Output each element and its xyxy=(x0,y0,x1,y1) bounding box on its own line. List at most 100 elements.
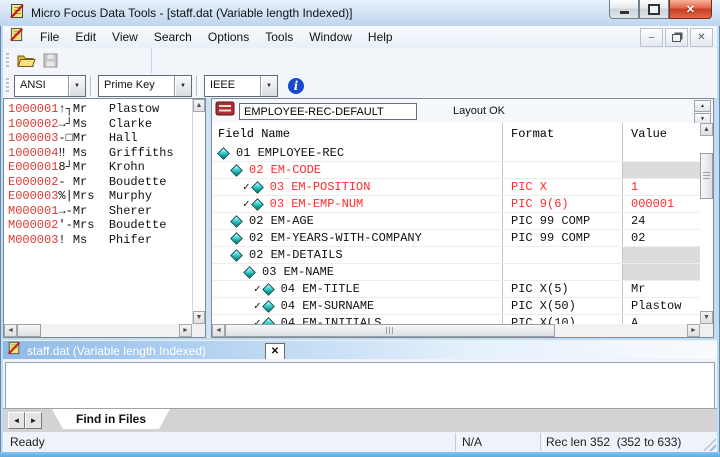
menu-options[interactable]: Options xyxy=(200,28,257,46)
record-row[interactable]: 1000004‼ MsGriffiths xyxy=(8,146,192,161)
record-row[interactable]: M000001→-MrSherer xyxy=(8,204,192,219)
record-layout-icon xyxy=(215,101,235,121)
scroll-down-icon[interactable]: ▼ xyxy=(193,311,205,324)
scroll-up-icon[interactable]: ▲ xyxy=(700,123,713,136)
field-diamond-icon xyxy=(251,198,264,211)
tab-scroll-right-button[interactable]: ► xyxy=(25,412,42,429)
chevron-down-icon[interactable]: ▼ xyxy=(68,76,85,96)
check-icon: ✓ xyxy=(243,197,250,211)
scroll-right-icon[interactable]: ► xyxy=(687,324,700,337)
scroll-left-icon[interactable]: ◄ xyxy=(212,324,225,337)
minimize-button[interactable] xyxy=(609,0,639,19)
record-name-input[interactable]: EMPLOYEE-REC-DEFAULT xyxy=(239,103,417,120)
chevron-down-icon[interactable]: ▼ xyxy=(174,76,191,96)
document-tab-icon xyxy=(7,341,21,360)
tab-find-in-files[interactable]: Find in Files xyxy=(52,409,170,429)
records-vertical-scrollbar[interactable]: ▲ ▼ xyxy=(192,99,205,324)
record-row[interactable]: 1000001↑┐MrPlastow xyxy=(8,102,192,117)
record-row[interactable]: M000002'-MrsBoudette xyxy=(8,218,192,233)
scrollbar-corner xyxy=(700,324,713,337)
scrollbar-thumb[interactable] xyxy=(225,324,555,337)
field-diamond-icon xyxy=(230,215,243,228)
layout-horizontal-scrollbar[interactable]: ◄ ► xyxy=(212,324,700,337)
record-row[interactable]: E000002- MrBoudette xyxy=(8,175,192,190)
resize-grip[interactable] xyxy=(703,438,716,451)
status-message: Ready xyxy=(10,435,45,449)
field-diamond-icon xyxy=(262,300,275,313)
table-header: Field Name Format Value xyxy=(212,123,700,146)
key-combo[interactable]: Prime Key ▼ xyxy=(98,75,192,97)
menu-help[interactable]: Help xyxy=(360,28,401,46)
records-horizontal-scrollbar[interactable]: ◄ ► xyxy=(4,324,192,337)
field-row[interactable]: 02 EM-YEARS-WITH-COMPANY PIC 99 COMP02 xyxy=(212,230,700,247)
record-row[interactable]: M000003! MsPhifer xyxy=(8,233,192,248)
scrollbar-corner xyxy=(192,324,205,337)
field-row[interactable]: ✓04 EM-INITIALS PIC X(10)A xyxy=(212,315,700,324)
title-bar[interactable]: Micro Focus Data Tools - [staff.dat (Var… xyxy=(0,0,720,26)
close-button[interactable]: ✕ xyxy=(669,0,712,19)
record-row[interactable]: E0000018┘MrKrohn xyxy=(8,160,192,175)
menu-file[interactable]: File xyxy=(32,28,67,46)
toolbar-grip[interactable] xyxy=(6,78,9,94)
column-format[interactable]: Format xyxy=(502,123,622,145)
field-row[interactable]: 03 EM-NAME xyxy=(212,264,700,281)
save-file-button[interactable] xyxy=(38,50,62,71)
document-tab-label[interactable]: staff.dat (Variable length Indexed) xyxy=(27,344,206,358)
layout-status-label: Layout OK xyxy=(453,105,505,117)
field-row[interactable]: 02 EM-AGE PIC 99 COMP24 xyxy=(212,213,700,230)
scroll-left-icon[interactable]: ◄ xyxy=(4,324,17,337)
tab-scroll-left-button[interactable]: ◄ xyxy=(8,412,25,429)
field-diamond-icon xyxy=(251,181,264,194)
mdi-restore-button[interactable] xyxy=(665,28,688,47)
open-folder-icon xyxy=(17,53,36,68)
menu-view[interactable]: View xyxy=(104,28,146,46)
column-value[interactable]: Value xyxy=(622,123,700,145)
menu-tools[interactable]: Tools xyxy=(257,28,301,46)
records-pane: 1000001↑┐MrPlastow 1000002→┘MsClarke 100… xyxy=(3,98,206,338)
info-icon: i xyxy=(294,79,299,93)
app-window: Micro Focus Data Tools - [staff.dat (Var… xyxy=(0,0,720,457)
scroll-up-icon[interactable]: ▲ xyxy=(193,99,205,112)
menu-edit[interactable]: Edit xyxy=(67,28,104,46)
scroll-right-icon: ► xyxy=(30,416,38,425)
field-row[interactable]: 02 EM-DETAILS xyxy=(212,247,700,264)
document-tab-close-button[interactable]: ✕ xyxy=(265,343,285,360)
scroll-right-icon[interactable]: ► xyxy=(179,324,192,337)
mdi-minimize-button[interactable]: – xyxy=(640,28,663,47)
output-content[interactable] xyxy=(5,362,715,408)
menu-window[interactable]: Window xyxy=(301,28,360,46)
open-file-button[interactable] xyxy=(14,50,38,71)
menu-search[interactable]: Search xyxy=(146,28,200,46)
float-format-combo-value: IEEE xyxy=(205,76,260,96)
toolbar-grip[interactable] xyxy=(6,53,9,69)
document-tab-bar: staff.dat (Variable length Indexed) ✕ xyxy=(3,340,717,360)
document-icon[interactable] xyxy=(9,27,24,47)
field-diamond-icon xyxy=(217,147,230,160)
layout-vertical-scrollbar[interactable]: ▲ ▼ xyxy=(700,123,713,324)
field-row[interactable]: ✓04 EM-TITLE PIC X(5)Mr xyxy=(212,281,700,298)
mdi-close-button[interactable]: ✕ xyxy=(690,28,713,47)
field-row[interactable]: 02 EM-CODE xyxy=(212,162,700,179)
float-format-combo[interactable]: IEEE ▼ xyxy=(204,75,278,97)
save-disk-icon xyxy=(43,53,58,68)
record-row[interactable]: 1000003-□MrHall xyxy=(8,131,192,146)
check-icon: ✓ xyxy=(254,299,261,313)
spinner-up-icon[interactable]: ▲ xyxy=(694,100,711,112)
scroll-down-icon[interactable]: ▼ xyxy=(700,311,713,324)
column-field-name[interactable]: Field Name xyxy=(212,123,502,145)
scrollbar-thumb[interactable] xyxy=(17,324,41,337)
restore-button[interactable] xyxy=(639,0,669,19)
chevron-down-icon[interactable]: ▼ xyxy=(260,76,277,96)
charset-combo[interactable]: ANSI ▼ xyxy=(14,75,86,97)
mdi-close-icon: ✕ xyxy=(697,32,705,43)
field-row[interactable]: 01 EMPLOYEE-REC xyxy=(212,145,700,162)
field-row[interactable]: ✓03 EM-POSITION PIC X1 xyxy=(212,179,700,196)
scrollbar-thumb[interactable] xyxy=(700,153,713,199)
field-diamond-icon xyxy=(230,249,243,262)
app-logo-icon xyxy=(9,3,25,24)
field-row[interactable]: ✓04 EM-SURNAME PIC X(50)Plastow xyxy=(212,298,700,315)
info-button[interactable]: i xyxy=(288,78,304,94)
record-row[interactable]: 1000002→┘MsClarke xyxy=(8,117,192,132)
record-row[interactable]: E000003%|MrsMurphy xyxy=(8,189,192,204)
field-row[interactable]: ✓03 EM-EMP-NUM PIC 9(6)000001 xyxy=(212,196,700,213)
